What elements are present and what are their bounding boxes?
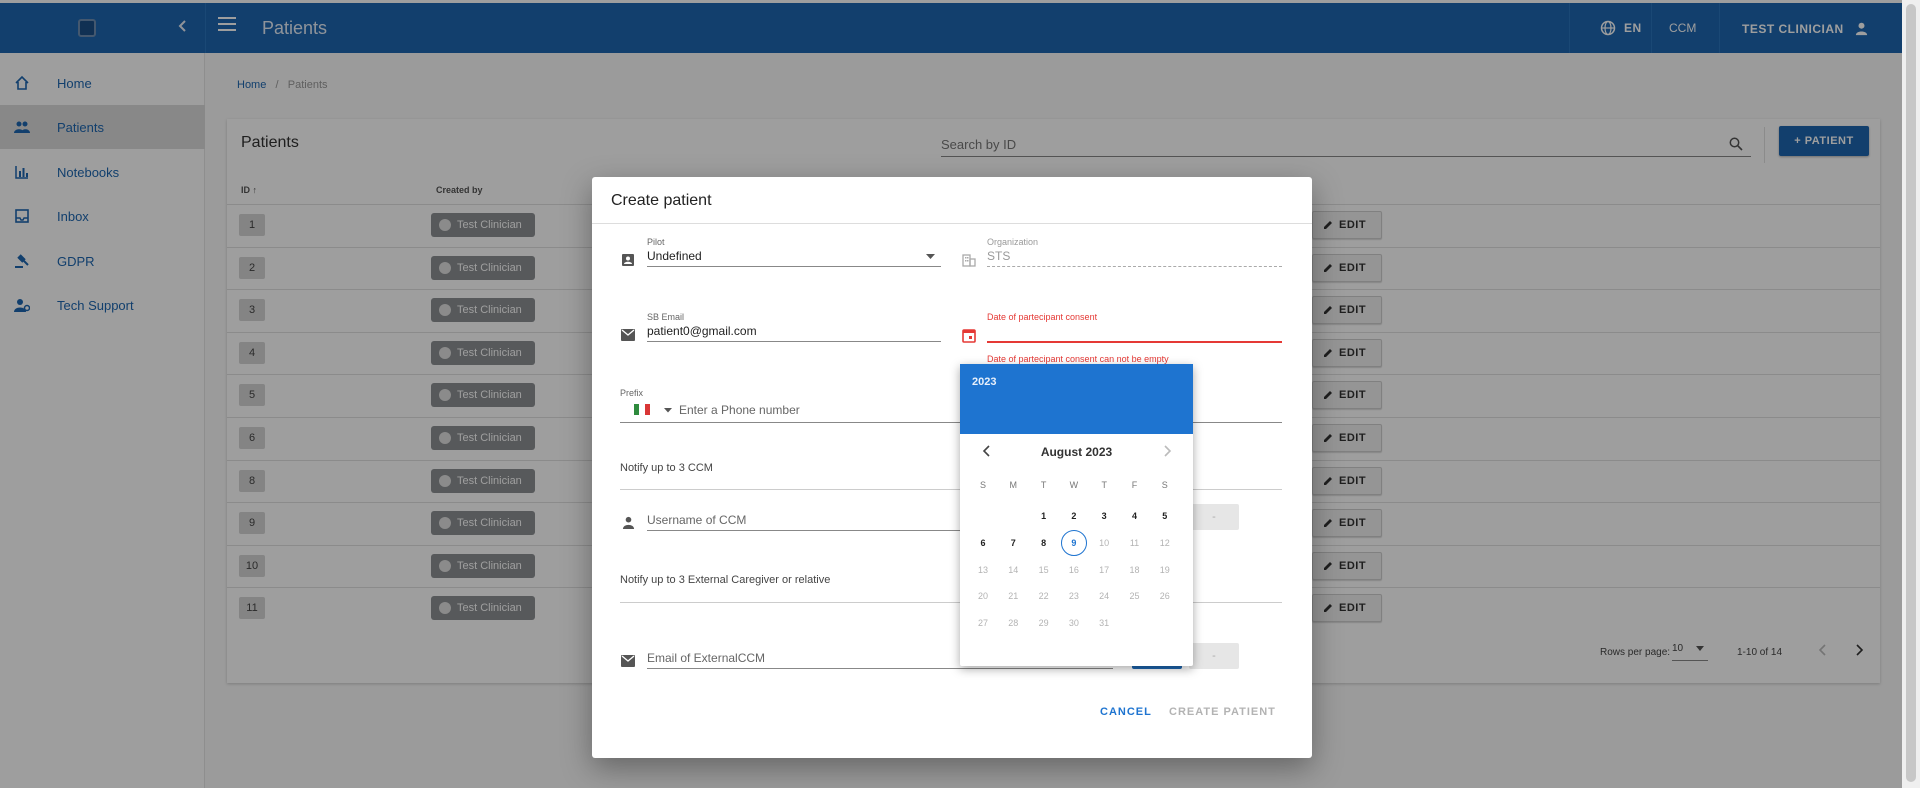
calendar-day: 14 [1008,564,1019,575]
weekday-label: S [979,480,986,490]
calendar-day: 12 [1159,537,1170,548]
calendar-day: 30 [1068,618,1079,629]
prefix-label: Prefix [620,388,644,398]
mail-icon [620,653,636,669]
pilot-label: Pilot [647,237,665,247]
calendar-day: 24 [1099,591,1110,602]
sb-email-value: patient0@gmail.com [647,324,757,338]
calendar-day: 18 [1129,564,1140,575]
ccm-username-placeholder: Username of CCM [647,513,747,527]
page-scrollbar[interactable] [1902,0,1920,788]
pilot-underline [647,266,941,267]
organization-underline [987,266,1282,267]
building-icon [961,252,977,268]
caregiver-email-underline [647,668,1113,669]
date-picker-year[interactable]: 2023 [972,376,996,388]
create-patient-button[interactable]: CREATE PATIENT [1169,706,1276,718]
badge-icon [620,252,636,268]
caregiver-remove-button[interactable]: - [1189,643,1239,669]
consent-date-label: Date of partecipant consent [987,312,1098,322]
calendar-day: 11 [1129,537,1140,548]
calendar-icon[interactable] [961,327,977,343]
consent-date-error: Date of partecipant consent can not be e… [987,354,1169,364]
calendar-day: 22 [1038,591,1049,602]
weekday-label: W [1069,480,1079,490]
calendar-day: 26 [1159,591,1170,602]
date-picker-month: August 2023 [1040,445,1113,459]
ccm-remove-button[interactable]: - [1189,504,1239,530]
calendar-day[interactable]: 9 [1060,529,1087,556]
weekday-label: T [1101,480,1107,490]
dialog-title: Create patient [611,192,712,209]
calendar-day: 16 [1068,564,1079,575]
date-picker: 2023 August 2023 SMTWTFS 1 2 3 4 5 6 7 8 9 10 11 12… [960,364,1193,666]
calendar-day: 27 [977,618,988,629]
caregiver-email-placeholder: Email of ExternalCCM [647,651,766,665]
calendar-day[interactable]: 1 [1031,503,1057,529]
dialog-divider [592,223,1312,224]
calendar-day: 28 [1008,618,1019,629]
date-picker-header: 2023 [960,364,1193,434]
calendar-day[interactable]: 4 [1122,503,1148,529]
ccm-section-title: Notify up to 3 CCM [620,462,713,474]
consent-date-underline [987,341,1282,343]
cancel-button[interactable]: CANCEL [1100,706,1152,718]
calendar-day: 25 [1129,591,1140,602]
calendar-day: 23 [1068,591,1079,602]
calendar-day: 13 [977,564,988,575]
weekday-label: F [1131,480,1138,490]
calendar-day[interactable]: 7 [1000,530,1026,556]
calendar-day: 17 [1099,564,1110,575]
phone-placeholder: Enter a Phone number [679,403,800,417]
calendar-day: 10 [1099,537,1110,548]
calendar-day[interactable]: 5 [1152,503,1178,529]
person-icon [620,514,636,530]
organization-value: STS [987,249,1011,263]
calendar-day: 29 [1038,618,1049,629]
weekday-label: S [1161,480,1168,490]
scrollbar-thumb[interactable] [1906,4,1916,782]
create-patient-dialog: Create patient Pilot Undefined Organizat… [592,177,1312,758]
sb-email-label: SB Email [647,312,685,322]
calendar-day: 31 [1099,618,1110,629]
sb-email-underline [647,341,941,342]
prefix-dropdown-arrow-icon[interactable] [664,408,672,413]
calendar-day: 15 [1038,564,1049,575]
weekday-label: T [1040,480,1047,490]
pilot-value: Undefined [647,249,702,263]
organization-label: Organization [987,237,1039,247]
weekday-label: M [1009,480,1018,490]
caregiver-section-title: Notify up to 3 External Caregiver or rel… [620,574,831,586]
calendar-day: 20 [977,591,988,602]
calendar-day[interactable]: 8 [1031,530,1057,556]
mail-icon [620,327,636,343]
calendar-day: 19 [1159,564,1170,575]
next-month-icon[interactable] [1162,444,1172,461]
calendar-day: 21 [1008,591,1019,602]
calendar-day[interactable]: 2 [1061,503,1087,529]
dropdown-arrow-icon [926,254,935,259]
calendar-day[interactable]: 3 [1091,503,1117,529]
italy-flag-icon[interactable] [634,404,650,415]
calendar-day[interactable]: 6 [970,530,996,556]
